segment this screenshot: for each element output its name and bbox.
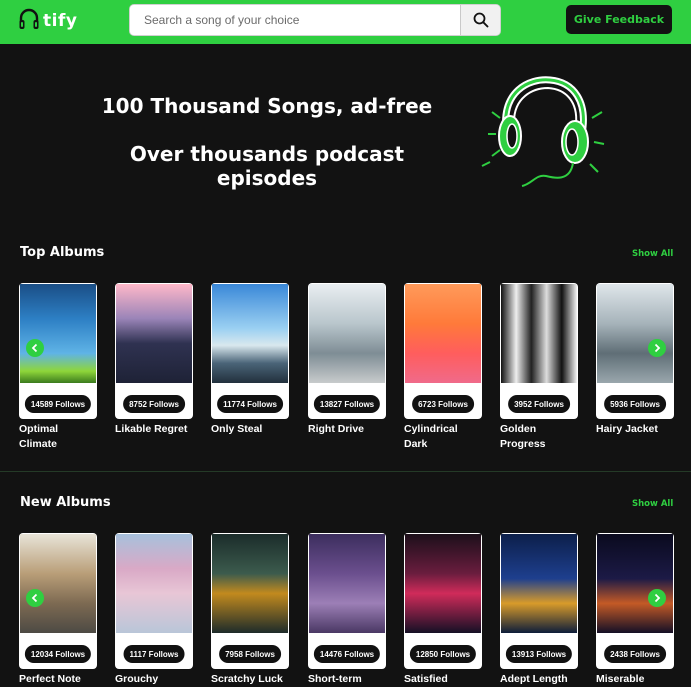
album-card-frame: 3952 Follows — [500, 283, 578, 419]
section-divider — [0, 471, 691, 472]
album-name: Right Drive — [308, 423, 365, 435]
album-card[interactable]: 13913 Follows Adept Length — [500, 533, 578, 687]
album-card-frame: 7958 Follows — [211, 533, 289, 669]
album-cover-image — [501, 534, 577, 633]
album-name: Miserable — [596, 673, 645, 685]
album-cover-image — [501, 284, 577, 383]
album-name: Short-term — [308, 673, 362, 685]
album-cover-image — [212, 534, 288, 633]
album-cover-image — [597, 534, 673, 633]
album-name: Hairy Jacket — [596, 423, 658, 435]
album-cover-image — [405, 284, 481, 383]
new-albums-prev-button[interactable] — [26, 589, 44, 607]
album-card-frame: 8752 Follows — [115, 283, 193, 419]
chevron-left-icon — [31, 343, 38, 353]
section-title-top-albums: Top Albums — [20, 245, 105, 260]
album-card-frame: 11774 Follows — [211, 283, 289, 419]
album-name: Satisfied — [404, 673, 448, 685]
follows-badge: 12034 Follows — [24, 645, 92, 663]
album-card-frame: 14476 Follows — [308, 533, 386, 669]
album-card[interactable]: 14476 Follows Short-term — [308, 533, 386, 687]
hero-subtitle: Over thousands podcast episodes — [129, 142, 405, 190]
search-bar — [129, 4, 501, 36]
album-card[interactable]: 7958 Follows Scratchy Luck — [211, 533, 289, 687]
album-name: Likable Regret — [115, 423, 188, 435]
headphones-illustration — [481, 76, 605, 187]
new-albums-next-button[interactable] — [648, 589, 666, 607]
album-cover-image — [309, 534, 385, 633]
search-icon — [473, 12, 488, 28]
album-name: Perfect Note — [19, 673, 81, 685]
follows-badge: 2438 Follows — [604, 645, 666, 663]
headphones-icon — [19, 8, 39, 29]
album-name: Grouchy Queen — [115, 673, 159, 685]
album-name: Cylindrical Dark — [404, 423, 458, 450]
album-card-frame: 13827 Follows — [308, 283, 386, 419]
album-card[interactable]: 12034 Follows Perfect Note — [19, 533, 97, 687]
album-cover-image — [116, 284, 192, 383]
album-card[interactable]: 8752 Follows Likable Regret — [115, 283, 193, 437]
chevron-right-icon — [654, 593, 661, 603]
follows-badge: 14589 Follows — [24, 395, 92, 413]
album-card[interactable]: 11774 Follows Only Steal — [211, 283, 289, 437]
album-card-frame: 13913 Follows — [500, 533, 578, 669]
brand-logo[interactable]: tify — [18, 6, 77, 34]
album-cover-image — [597, 284, 673, 383]
section-title-new-albums: New Albums — [20, 495, 111, 510]
search-input[interactable] — [130, 5, 461, 35]
album-card-frame: 12850 Follows — [404, 533, 482, 669]
album-card[interactable]: 3952 Follows Golden Progress — [500, 283, 578, 452]
follows-badge: 5936 Follows — [604, 395, 666, 413]
album-cover-image — [20, 534, 96, 633]
give-feedback-button[interactable]: Give Feedback — [566, 5, 672, 34]
follows-badge: 3952 Follows — [508, 395, 570, 413]
show-all-top-albums-link[interactable]: Show All — [632, 249, 673, 259]
album-card[interactable]: 1117 Follows Grouchy Queen — [115, 533, 193, 687]
follows-badge: 1117 Follows — [123, 645, 185, 663]
album-card[interactable]: 12850 Follows Satisfied — [404, 533, 482, 687]
album-card[interactable]: 14589 Follows Optimal Climate — [19, 283, 97, 452]
album-cover-image — [20, 284, 96, 383]
album-name: Only Steal — [211, 423, 263, 435]
top-albums-next-button[interactable] — [648, 339, 666, 357]
navbar: tify Give Feedback — [0, 0, 691, 44]
album-cover-image — [116, 534, 192, 633]
search-button[interactable] — [460, 5, 500, 35]
album-name: Scratchy Luck — [211, 673, 283, 685]
follows-badge: 14476 Follows — [313, 645, 381, 663]
album-card[interactable]: 2438 Follows Miserable — [596, 533, 674, 687]
hero-title: 100 Thousand Songs, ad-free — [101, 94, 433, 118]
follows-badge: 13827 Follows — [313, 395, 381, 413]
top-albums-prev-button[interactable] — [26, 339, 44, 357]
follows-badge: 11774 Follows — [217, 395, 283, 413]
album-card[interactable]: 5936 Follows Hairy Jacket — [596, 283, 674, 437]
album-cover-image — [212, 284, 288, 383]
album-card[interactable]: 6723 Follows Cylindrical Dark — [404, 283, 482, 452]
album-name: Golden Progress — [500, 423, 546, 450]
follows-badge: 6723 Follows — [412, 395, 474, 413]
chevron-left-icon — [31, 593, 38, 603]
album-name: Adept Length — [500, 673, 568, 685]
follows-badge: 12850 Follows — [409, 645, 477, 663]
show-all-new-albums-link[interactable]: Show All — [632, 499, 673, 509]
album-card[interactable]: 13827 Follows Right Drive — [308, 283, 386, 437]
follows-badge: 7958 Follows — [219, 645, 281, 663]
album-cover-image — [405, 534, 481, 633]
album-card-frame: 1117 Follows — [115, 533, 193, 669]
album-name: Optimal Climate — [19, 423, 59, 450]
chevron-right-icon — [654, 343, 661, 353]
album-card-frame: 6723 Follows — [404, 283, 482, 419]
follows-badge: 8752 Follows — [123, 395, 185, 413]
album-cover-image — [309, 284, 385, 383]
brand-name: tify — [43, 11, 78, 31]
follows-badge: 13913 Follows — [505, 645, 573, 663]
